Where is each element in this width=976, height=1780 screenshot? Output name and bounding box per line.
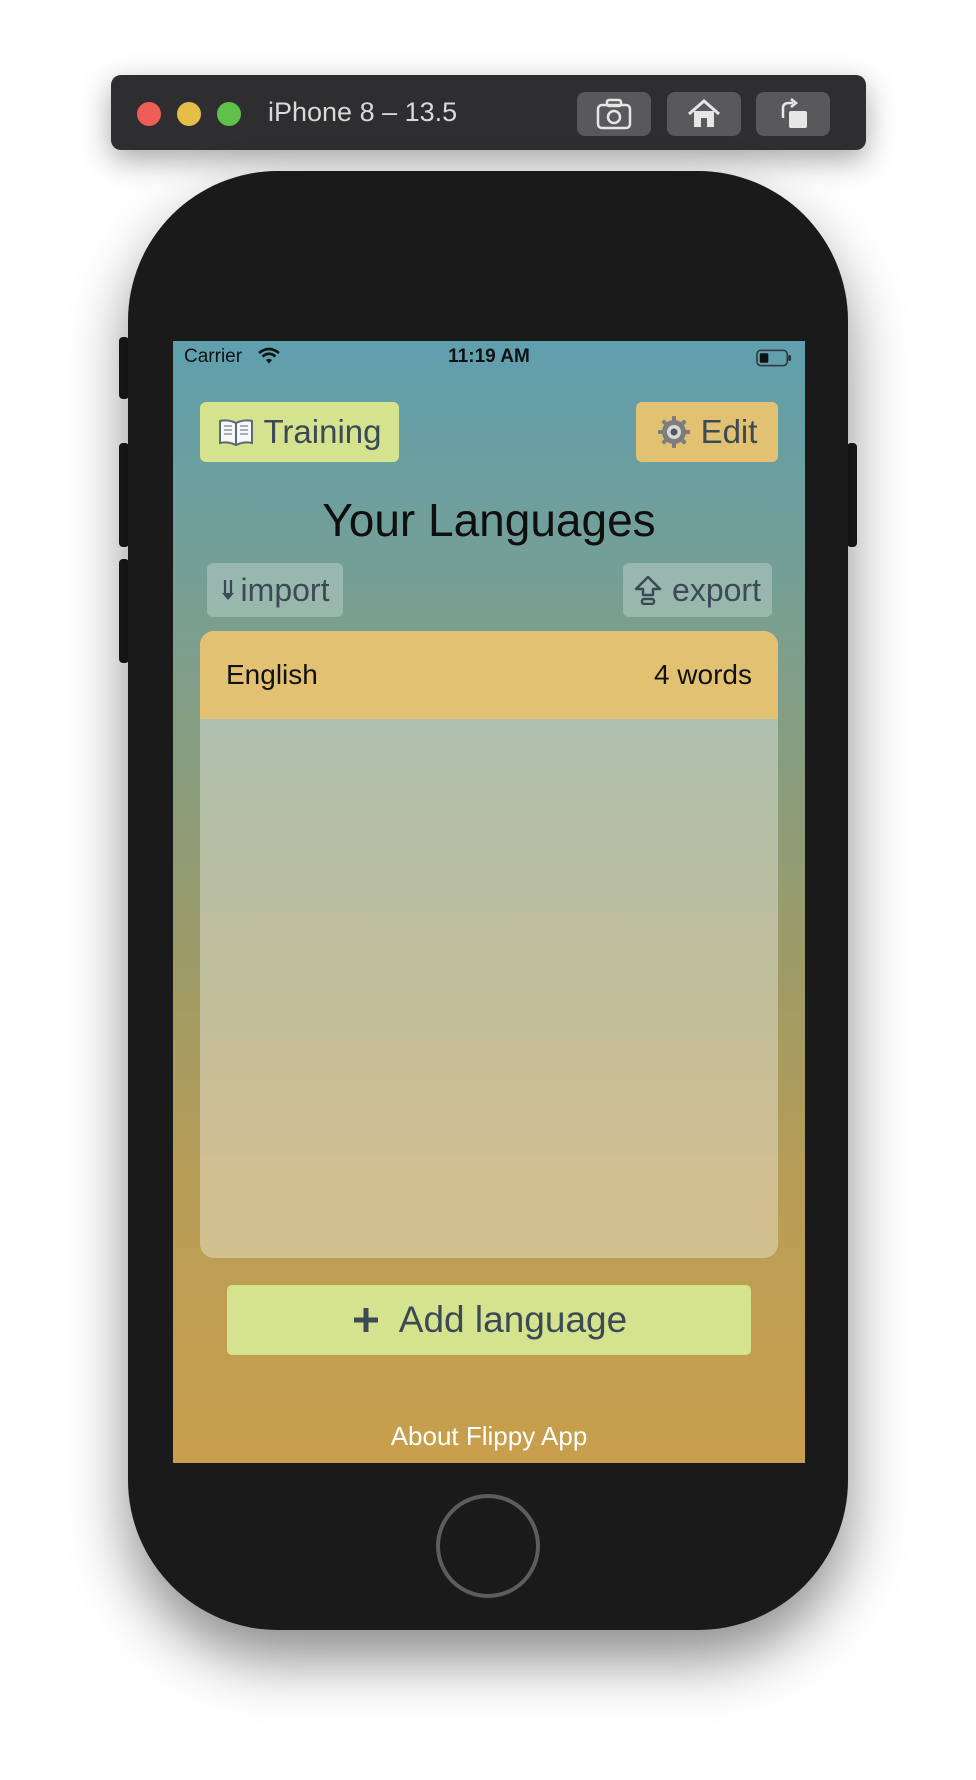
- screenshot-icon: [596, 98, 632, 130]
- about-link[interactable]: About Flippy App: [173, 1421, 805, 1452]
- export-arrow-icon: [634, 575, 662, 605]
- list-item[interactable]: English 4 words: [200, 631, 778, 719]
- export-button[interactable]: export: [623, 563, 772, 617]
- battery-icon: [756, 349, 792, 367]
- add-language-label: Add language: [398, 1299, 628, 1340]
- export-label: export: [672, 571, 761, 608]
- import-arrow-icon: [221, 579, 235, 601]
- status-bar: Carrier 11:19 AM: [173, 341, 805, 375]
- language-list: English 4 words: [200, 631, 778, 1258]
- training-button[interactable]: Training: [200, 402, 399, 462]
- rotate-icon: [781, 98, 807, 128]
- training-label: Training: [263, 413, 382, 450]
- open-book-icon: [218, 418, 254, 446]
- home-simulator-button[interactable]: [667, 92, 741, 136]
- language-name: English: [226, 659, 318, 690]
- status-time: 11:19 AM: [448, 346, 530, 367]
- edit-label: Edit: [700, 413, 758, 450]
- app-screen: Carrier 11:19 AM Training Edit Your Lang…: [173, 341, 805, 1463]
- zoom-window-button[interactable]: [217, 102, 241, 126]
- add-language-button[interactable]: Add language: [227, 1285, 751, 1355]
- edit-button[interactable]: Edit: [636, 402, 778, 462]
- page-title: Your Languages: [322, 494, 656, 546]
- word-count: 4 words: [653, 659, 752, 690]
- close-window-button[interactable]: [137, 102, 161, 126]
- simulator-title: iPhone 8 – 13.5: [268, 97, 458, 127]
- import-label: import: [240, 571, 330, 608]
- import-button[interactable]: import: [207, 563, 343, 617]
- minimize-window-button[interactable]: [177, 102, 201, 126]
- power-button: [847, 443, 857, 547]
- home-icon: [688, 99, 720, 127]
- screenshot-button[interactable]: [577, 92, 651, 136]
- gear-icon: [657, 415, 691, 449]
- rotate-button[interactable]: [756, 92, 830, 136]
- simulator-toolbar: iPhone 8 – 13.5: [111, 75, 866, 150]
- plus-icon: [351, 1305, 381, 1335]
- home-button[interactable]: [436, 1494, 540, 1598]
